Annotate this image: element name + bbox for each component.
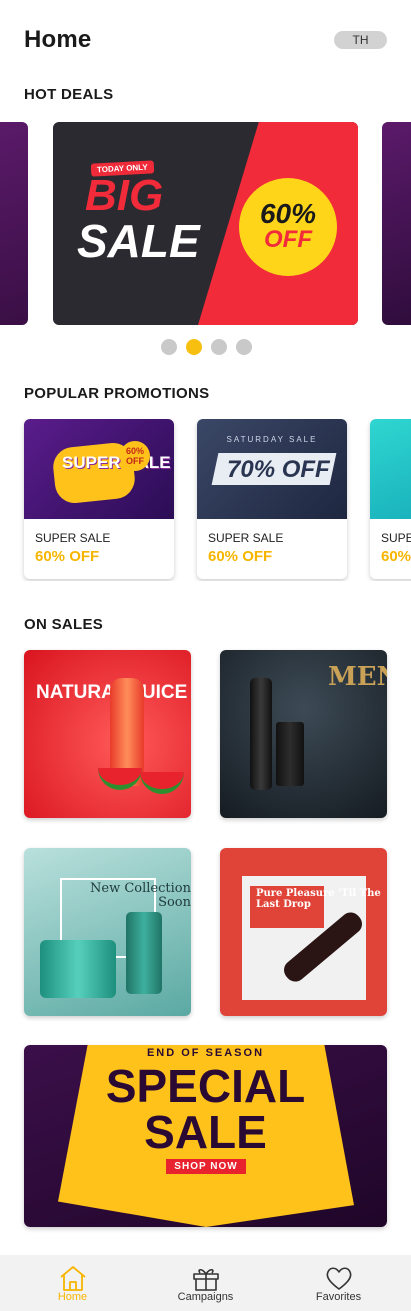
sale-tile-natural-juice[interactable]: NATURAL JUICE	[24, 650, 191, 818]
section-title-hot-deals: HOT DEALS	[24, 86, 114, 103]
promotion-card[interactable]: SATURDAY SALE 70% OFF SUPER SALE 60% OFF	[197, 419, 347, 579]
gift-icon	[192, 1268, 219, 1291]
hot-deals-carousel[interactable]: TODAY ONLY BIG SALE 60% OFF	[0, 122, 411, 326]
nav-favorites[interactable]: Favorites	[270, 1255, 407, 1311]
promotion-card[interactable]: SUPER SALE 60% OFF SUPER SALE 60% OFF	[24, 419, 174, 579]
nav-favorites-label: Favorites	[315, 1291, 362, 1303]
promotion-name: SUPER SALE	[208, 531, 284, 545]
banner-sale-text: SALE	[77, 215, 200, 267]
special-sale-line2: SALE	[144, 1106, 267, 1158]
header: Home TH	[0, 0, 411, 80]
shop-now-button[interactable]: SHOP NOW	[166, 1159, 246, 1174]
pagination-dot[interactable]	[211, 339, 227, 355]
discount-circle: 60% OFF	[239, 178, 337, 276]
men-spray-can	[250, 678, 272, 790]
section-title-on-sales: ON SALES	[24, 616, 104, 633]
promotion-name: SUPER SALE	[35, 531, 111, 545]
cosmetic-jar	[40, 940, 116, 998]
special-sale-top: END OF SEASON	[146, 1047, 265, 1059]
sale-tile-new-collection[interactable]: New Collection Soon	[24, 848, 191, 1016]
promotion-image: SUPER SALE 60% OFF	[24, 419, 174, 519]
promotion-image	[370, 419, 411, 519]
promo-art-badge: 60% OFF	[120, 441, 150, 471]
nav-home[interactable]: Home	[4, 1255, 141, 1311]
pagination-dot[interactable]	[236, 339, 252, 355]
men-headline: MEN	[328, 662, 387, 692]
sale-tile-men[interactable]: MEN	[220, 650, 387, 818]
nav-campaigns[interactable]: Campaigns	[137, 1255, 274, 1311]
special-sale-banner[interactable]: END OF SEASON SPECIAL SALE SHOP NOW	[24, 1045, 387, 1227]
promotion-image: SATURDAY SALE 70% OFF	[197, 419, 347, 519]
sale-tile-wine[interactable]: Pure Pleasure 'Til The Last Drop	[220, 848, 387, 1016]
promo-art-headline: SUPER SALE	[62, 453, 171, 472]
nav-campaigns-label: Campaigns	[177, 1291, 234, 1303]
hot-deal-banner-previous[interactable]	[0, 122, 28, 325]
collection-headline: New Collection Soon	[90, 881, 191, 910]
heart-icon	[326, 1267, 351, 1290]
nav-home-label: Home	[57, 1291, 88, 1303]
promotion-name: SUPER SALE	[381, 531, 411, 545]
watermelon-slice	[98, 768, 142, 790]
discount-percent: 60%	[259, 198, 317, 229]
bottom-navigation: Home Campaigns Favorites	[0, 1255, 411, 1311]
promotion-discount: 60% OFF	[381, 548, 411, 565]
promotion-discount: 60% OFF	[208, 548, 273, 565]
banner-big-text: BIG	[85, 171, 164, 220]
promotion-discount: 60% OFF	[35, 548, 100, 565]
promo-art-headline: 70% OFF	[227, 456, 330, 483]
cosmetic-tube	[126, 912, 162, 994]
wine-headline: Pure Pleasure 'Til The Last Drop	[256, 888, 381, 910]
promo-art-top: SATURDAY SALE	[226, 435, 318, 444]
discount-off: OFF	[264, 226, 312, 253]
watermelon-slice	[140, 772, 184, 794]
hot-deal-banner-main[interactable]: TODAY ONLY BIG SALE 60% OFF	[53, 122, 358, 325]
special-sale-line1: SPECIAL	[105, 1060, 306, 1112]
section-title-popular-promotions: POPULAR PROMOTIONS	[24, 385, 210, 402]
pagination-dot[interactable]	[161, 339, 177, 355]
page-title: Home	[24, 26, 92, 53]
language-toggle[interactable]: TH	[334, 31, 387, 49]
pagination-dot-active[interactable]	[186, 339, 202, 355]
promotions-list[interactable]: SUPER SALE 60% OFF SUPER SALE 60% OFF SA…	[0, 419, 411, 581]
hot-deal-banner-next[interactable]	[382, 122, 411, 325]
men-bottle	[276, 722, 304, 786]
promotion-card[interactable]: SUPER SALE 60% OFF	[370, 419, 411, 579]
home-icon	[59, 1266, 86, 1291]
